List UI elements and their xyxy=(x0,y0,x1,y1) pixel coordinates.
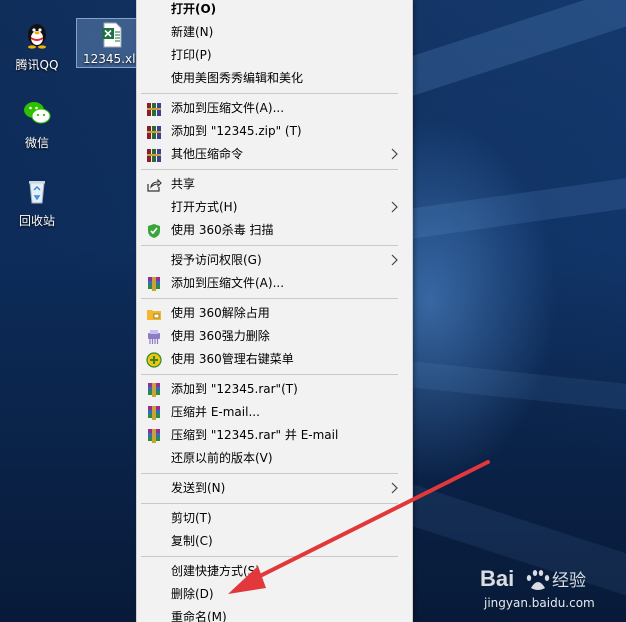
annotation-arrow xyxy=(228,460,490,594)
svg-text:经验: 经验 xyxy=(552,571,586,591)
svg-text:Bai: Bai xyxy=(480,566,514,591)
watermark-url: jingyan.baidu.com xyxy=(484,596,595,610)
